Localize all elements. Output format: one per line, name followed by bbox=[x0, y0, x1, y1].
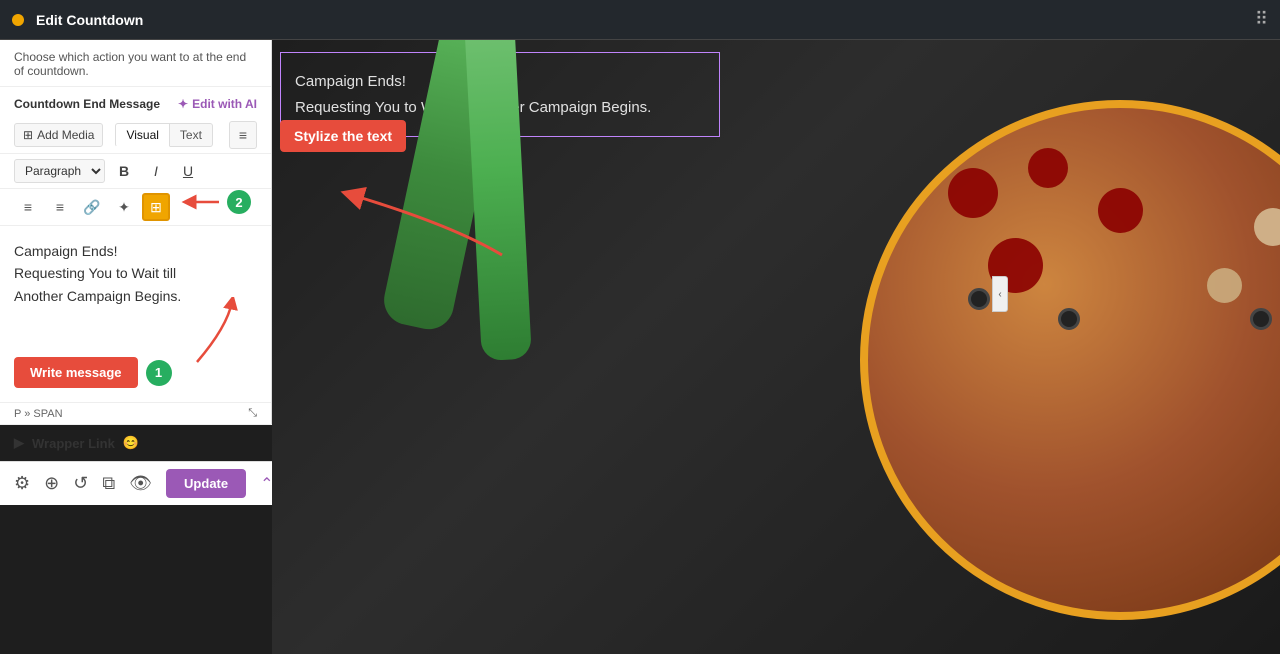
bold-button[interactable]: B bbox=[111, 158, 137, 184]
add-media-button[interactable]: ⊞ Add Media bbox=[14, 123, 103, 147]
badge-2: 2 bbox=[227, 190, 251, 214]
view-tabs: Visual Text bbox=[115, 123, 212, 147]
copy-icon[interactable]: ⧉ bbox=[102, 473, 115, 494]
underline-button[interactable]: U bbox=[175, 158, 201, 184]
settings-icon[interactable]: ⚙ bbox=[14, 473, 30, 494]
link-button[interactable]: 🔗 bbox=[78, 193, 106, 221]
status-bar: P » SPAN ⤡ bbox=[0, 402, 271, 424]
tab-text[interactable]: Text bbox=[170, 123, 213, 147]
paragraph-select[interactable]: Paragraph bbox=[14, 159, 105, 183]
wrapper-link-label: Wrapper Link bbox=[32, 436, 115, 451]
section-label: Countdown End Message bbox=[14, 97, 160, 111]
preview-area: Campaign Ends! Requesting You to Wait ti… bbox=[272, 40, 1280, 654]
pizza-topping-3 bbox=[1098, 188, 1143, 233]
ai-sparkle-icon: ✦ bbox=[178, 97, 188, 111]
list-view-button[interactable]: ≡ bbox=[229, 121, 257, 149]
olive-3 bbox=[1250, 308, 1272, 330]
resize-handle-icon[interactable]: ⤡ bbox=[248, 407, 257, 420]
dismiss-button[interactable]: ✦ bbox=[110, 193, 138, 221]
chevron-right-icon: ▶ bbox=[14, 435, 24, 451]
grid-icon[interactable]: ⠿ bbox=[1255, 9, 1268, 30]
media-icon: ⊞ bbox=[23, 128, 33, 142]
stylize-text-tooltip[interactable]: Stylize the text bbox=[280, 120, 406, 152]
editor-line1: Campaign Ends! bbox=[14, 240, 257, 262]
arrow-icon-2 bbox=[181, 187, 221, 217]
status-text: P » SPAN bbox=[14, 408, 63, 420]
mushroom-1 bbox=[1254, 208, 1280, 246]
editor-area[interactable]: Campaign Ends! Requesting You to Wait ti… bbox=[0, 226, 271, 402]
edit-with-ai-button[interactable]: ✦ Edit with AI bbox=[178, 97, 257, 111]
eye-icon[interactable]: 👁 bbox=[129, 473, 152, 494]
edit-ai-label: Edit with AI bbox=[192, 97, 257, 111]
sidebar-description: Choose which action you want to at the e… bbox=[0, 40, 271, 87]
main-layout: Choose which action you want to at the e… bbox=[0, 40, 1280, 654]
window-dot bbox=[12, 14, 24, 26]
tab-visual[interactable]: Visual bbox=[115, 123, 169, 147]
pizza-topping-1 bbox=[948, 168, 998, 218]
top-bar: Edit Countdown ⠿ bbox=[0, 0, 1280, 40]
align-right-button[interactable]: ≡ bbox=[46, 193, 74, 221]
format-row2: ≡ ≡ 🔗 ✦ ⊞ 2 bbox=[0, 189, 271, 226]
pizza-topping-2 bbox=[1028, 148, 1068, 188]
olive-1 bbox=[968, 288, 990, 310]
mushroom-2 bbox=[1207, 268, 1242, 303]
toolbar-row: ⊞ Add Media Visual Text ≡ bbox=[0, 117, 271, 154]
page-title: Edit Countdown bbox=[36, 12, 1255, 28]
bottom-toolbar: ⚙ ⊕ ↺ ⧉ 👁 Update ⌃ bbox=[0, 461, 272, 505]
badge-1: 1 bbox=[146, 360, 172, 386]
italic-button[interactable]: I bbox=[143, 158, 169, 184]
sidebar-wrapper: Choose which action you want to at the e… bbox=[0, 40, 272, 654]
wrapper-emoji: 😊 bbox=[123, 435, 139, 451]
format-row: Paragraph B I U bbox=[0, 154, 271, 189]
editor-line2: Requesting You to Wait till bbox=[14, 262, 257, 284]
sidebar: Choose which action you want to at the e… bbox=[0, 40, 272, 424]
olive-2 bbox=[1058, 308, 1080, 330]
align-left-button[interactable]: ≡ bbox=[14, 193, 42, 221]
stylize-arrow bbox=[332, 185, 512, 265]
write-message-button[interactable]: Write message bbox=[14, 357, 138, 388]
write-message-area: Write message 1 bbox=[14, 357, 257, 388]
history-icon[interactable]: ↺ bbox=[73, 473, 88, 494]
update-button[interactable]: Update bbox=[166, 469, 246, 498]
table-button[interactable]: ⊞ bbox=[142, 193, 170, 221]
layers-icon[interactable]: ⊕ bbox=[44, 473, 59, 494]
annotation-2: 2 bbox=[181, 187, 251, 217]
wrapper-link-section[interactable]: ▶ Wrapper Link 😊 bbox=[0, 424, 272, 461]
section-header: Countdown End Message ✦ Edit with AI bbox=[0, 87, 271, 117]
sidebar-collapse-button[interactable]: ‹ bbox=[992, 276, 1008, 312]
arrow-icon-1 bbox=[187, 297, 247, 367]
